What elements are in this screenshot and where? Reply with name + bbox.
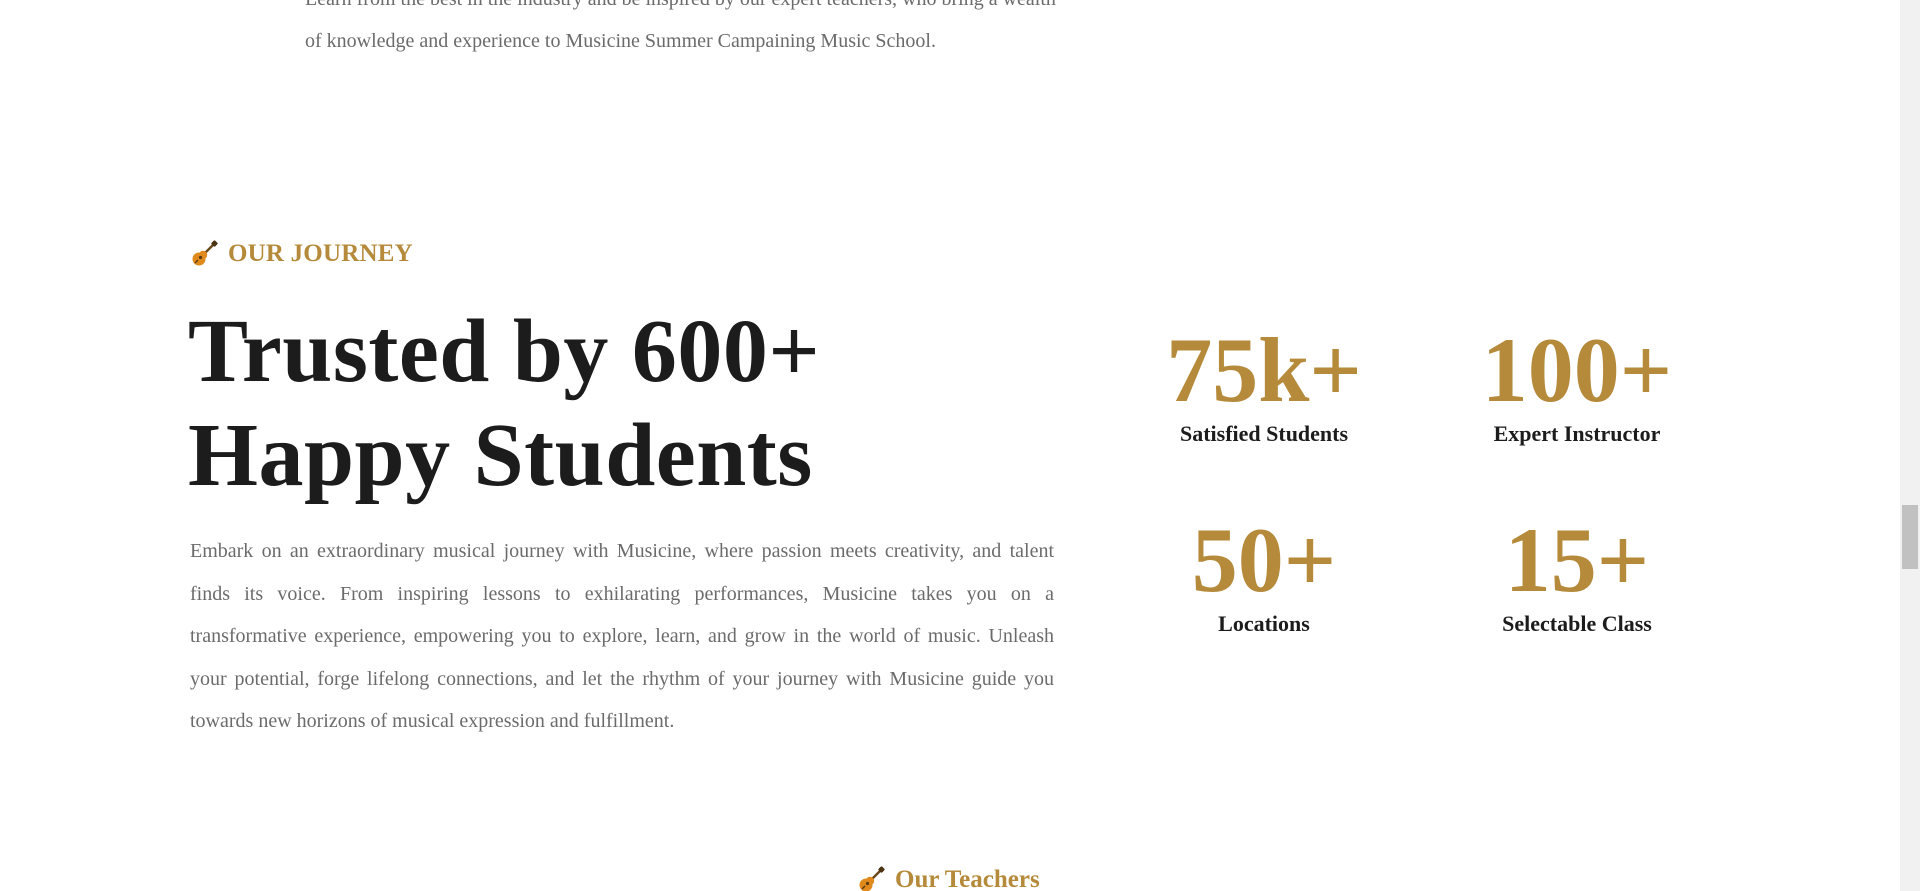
journey-headline-line-2: Happy Students <box>188 406 813 505</box>
guitar-icon <box>190 240 218 268</box>
stat-value: 75k+ <box>1166 319 1362 421</box>
stat-value: 15+ <box>1504 509 1650 611</box>
stat-value: 100+ <box>1481 319 1673 421</box>
page: Learn from the best in the industry and … <box>0 0 1900 891</box>
stat-locations: 50+ Locations <box>1134 512 1394 638</box>
journey-headline: Trusted by 600+ Happy Students <box>188 300 988 508</box>
stat-label: Satisfied Students <box>1179 421 1349 446</box>
journey-eyebrow: OUR JOURNEY <box>190 240 413 268</box>
stat-label: Expert Instructor <box>1493 421 1661 446</box>
stat-expert-instructor: 100+ Expert Instructor <box>1447 322 1707 448</box>
stat-value: 50+ <box>1191 509 1337 611</box>
intro-paragraph: Learn from the best in the industry and … <box>305 0 1056 52</box>
journey-description: Embark on an extraordinary musical journ… <box>190 540 1054 732</box>
guitar-icon <box>857 866 885 891</box>
scrollbar-thumb[interactable] <box>1902 505 1918 569</box>
stat-selectable-class: 15+ Selectable Class <box>1447 512 1707 638</box>
page-scrollbar[interactable] <box>1900 0 1920 891</box>
teachers-eyebrow: Our Teachers <box>857 866 1040 891</box>
stat-satisfied-students: 75k+ Satisfied Students <box>1134 322 1394 448</box>
journey-headline-line-1: Trusted by 600+ <box>188 302 821 401</box>
stat-label: Selectable Class <box>1502 611 1652 636</box>
teachers-eyebrow-label: Our Teachers <box>895 866 1040 891</box>
stat-label: Locations <box>1218 611 1310 636</box>
journey-eyebrow-label: OUR JOURNEY <box>228 240 413 267</box>
